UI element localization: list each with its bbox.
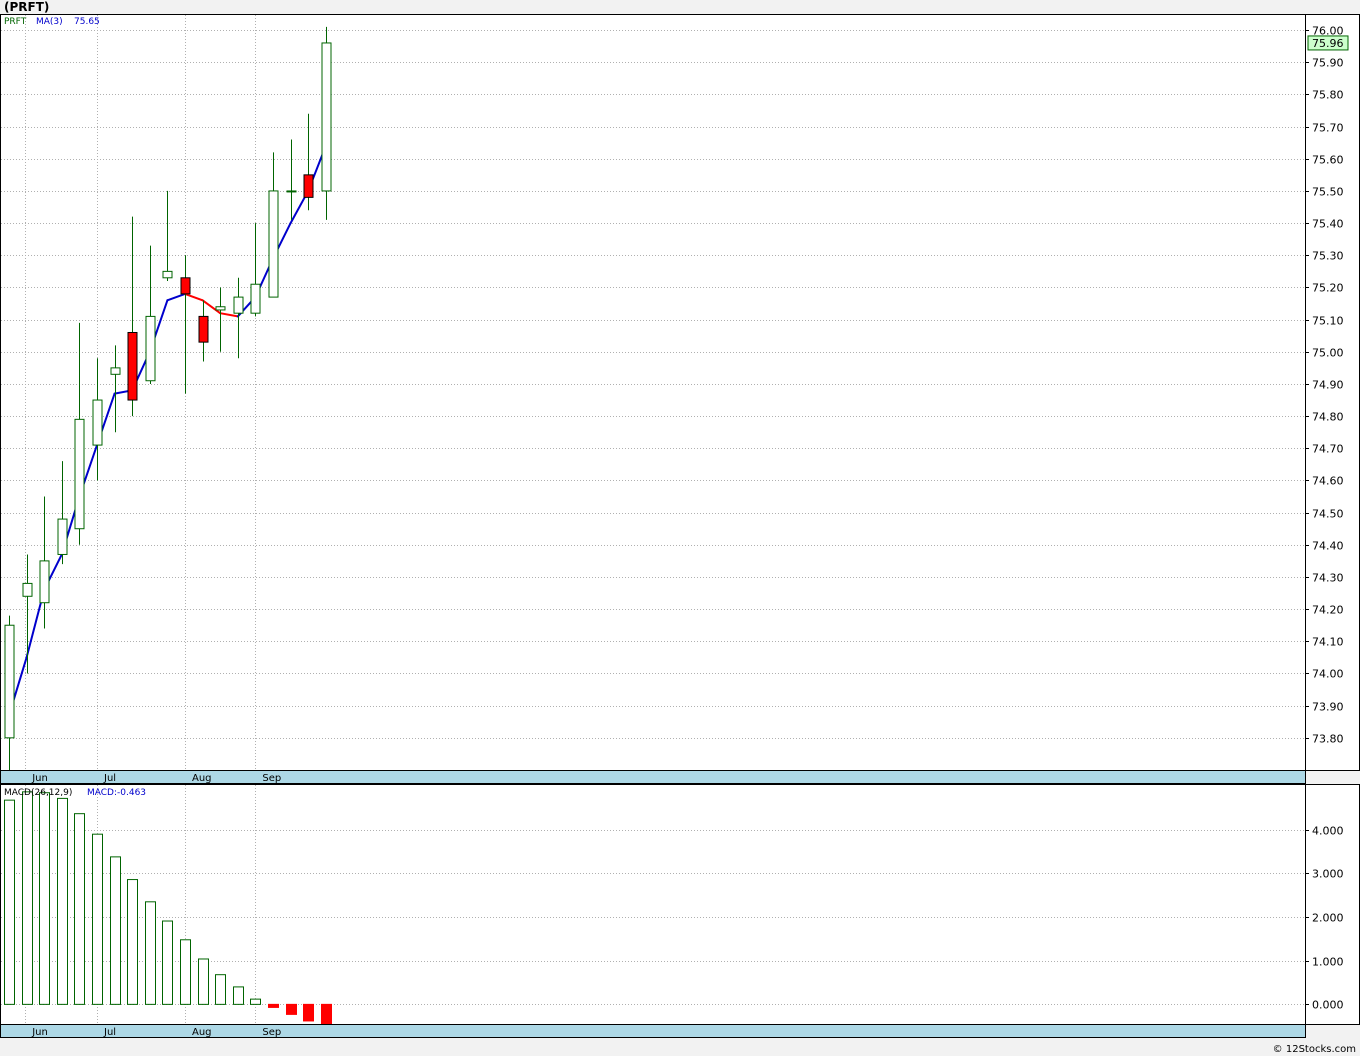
candle-body-down: [198, 315, 209, 343]
candle-body-up: [4, 624, 15, 739]
price-tick-label: 74.30: [1312, 572, 1344, 585]
legend-symbol: PRFT: [4, 17, 27, 27]
macd-bar-negative: [286, 1003, 297, 1015]
month-label: Jun: [31, 773, 48, 784]
month-label: Aug: [192, 773, 212, 784]
month-label: Sep: [262, 1027, 281, 1038]
macd-bar-positive: [145, 901, 156, 1005]
price-tick-label: 75.40: [1312, 218, 1344, 231]
price-tick-label: 74.60: [1312, 475, 1344, 488]
macd-bar-positive: [39, 792, 50, 1005]
macd-bar-positive: [233, 986, 244, 1005]
candle-body-up: [22, 582, 33, 597]
legend-ma-label: MA(3): [36, 17, 63, 27]
price-tick-label: 74.20: [1312, 604, 1344, 617]
macd-tick-label: 1.000: [1312, 956, 1344, 969]
candle-body-up: [250, 283, 261, 314]
macd-bar-negative: [321, 1003, 332, 1025]
price-tick-label: 74.40: [1312, 540, 1344, 553]
month-label: Jul: [103, 773, 116, 784]
candle-body-up: [74, 418, 85, 530]
macd-bar-positive: [215, 974, 226, 1005]
macd-panel: 0.0001.0002.0003.0004.000 MACD(26,12,9) …: [0, 784, 1360, 1025]
macd-plot-bg: [0, 784, 1306, 1025]
price-tick-label: 74.10: [1312, 636, 1344, 649]
price-panel: 73.80 73.90 74.00 74.10 74.20 74.30 74.40 74.50…: [0, 14, 1360, 771]
macd-bar-positive: [127, 879, 138, 1005]
price-tick-label: 74.50: [1312, 508, 1344, 521]
macd-bar-positive: [92, 833, 103, 1005]
price-tick-label: 75.20: [1312, 282, 1344, 295]
macd-bar-positive: [74, 813, 85, 1005]
price-tick-label: 73.80: [1312, 733, 1344, 746]
price-tick-label: 75.90: [1312, 57, 1344, 70]
candle-body-up: [268, 190, 279, 298]
price-tick-label: 74.80: [1312, 411, 1344, 424]
candle-body-up: [57, 518, 68, 555]
price-tick-label: 75.50: [1312, 186, 1344, 199]
month-label: Sep: [262, 773, 281, 784]
candle-body-up: [39, 560, 50, 604]
candle-body-up: [321, 42, 332, 192]
candle-body-up: [215, 306, 226, 311]
macd-bar-positive: [198, 958, 209, 1005]
macd-bar-positive: [57, 797, 68, 1005]
macd-bar-negative: [303, 1003, 314, 1022]
macd-tick-label: 3.000: [1312, 868, 1344, 881]
candle-body-up: [110, 367, 121, 375]
legend-ma-value: 75.65: [74, 17, 100, 27]
price-tick-label: 75.60: [1312, 154, 1344, 167]
macd-bar-positive: [250, 998, 261, 1005]
macd-bar-positive: [110, 856, 121, 1005]
price-tick-label: 75.30: [1312, 250, 1344, 263]
macd-tick-label: 4.000: [1312, 825, 1344, 838]
price-tick-label: 73.90: [1312, 701, 1344, 714]
price-tick-label: 74.70: [1312, 443, 1344, 456]
price-tick-label: 75.10: [1312, 315, 1344, 328]
macd-axis-bg: [1305, 784, 1360, 1025]
macd-legend-value: MACD:-0.463: [87, 788, 146, 798]
macd-legend-name: MACD(26,12,9): [4, 788, 72, 798]
candle-body-down: [127, 331, 138, 401]
macd-tick-label: 0.000: [1312, 999, 1344, 1012]
macd-bar-positive: [22, 791, 33, 1005]
candle-body-up: [92, 399, 103, 446]
price-tick-label: 75.70: [1312, 122, 1344, 135]
macd-bar-negative: [268, 1003, 279, 1008]
candle-body-up: [145, 315, 156, 382]
price-tick-label: 75.00: [1312, 347, 1344, 360]
macd-bar-positive: [162, 920, 173, 1005]
macd-tick-label: 2.000: [1312, 912, 1344, 925]
month-label: Jun: [31, 1027, 48, 1038]
candle-body-up: [286, 190, 297, 193]
candle-body-down: [180, 277, 191, 295]
month-label: Jul: [103, 1027, 116, 1038]
month-label: Aug: [192, 1027, 212, 1038]
price-tick-label: 75.80: [1312, 89, 1344, 102]
price-tick-label: 74.90: [1312, 379, 1344, 392]
candle-body-up: [233, 296, 244, 314]
macd-bar-positive: [4, 799, 15, 1005]
macd-bar-positive: [180, 939, 191, 1005]
candle-body-up: [162, 270, 173, 279]
footer-credit: © 12Stocks.com: [1272, 1044, 1356, 1055]
chart-canvas: 73.80 73.90 74.00 74.10 74.20 74.30 74.40 74.50…: [0, 14, 1360, 1038]
last-price-text: 75.96: [1312, 37, 1344, 50]
candle-body-down: [303, 174, 314, 198]
price-tick-label: 74.00: [1312, 668, 1344, 681]
last-price-tag: 75.96: [1307, 35, 1349, 51]
